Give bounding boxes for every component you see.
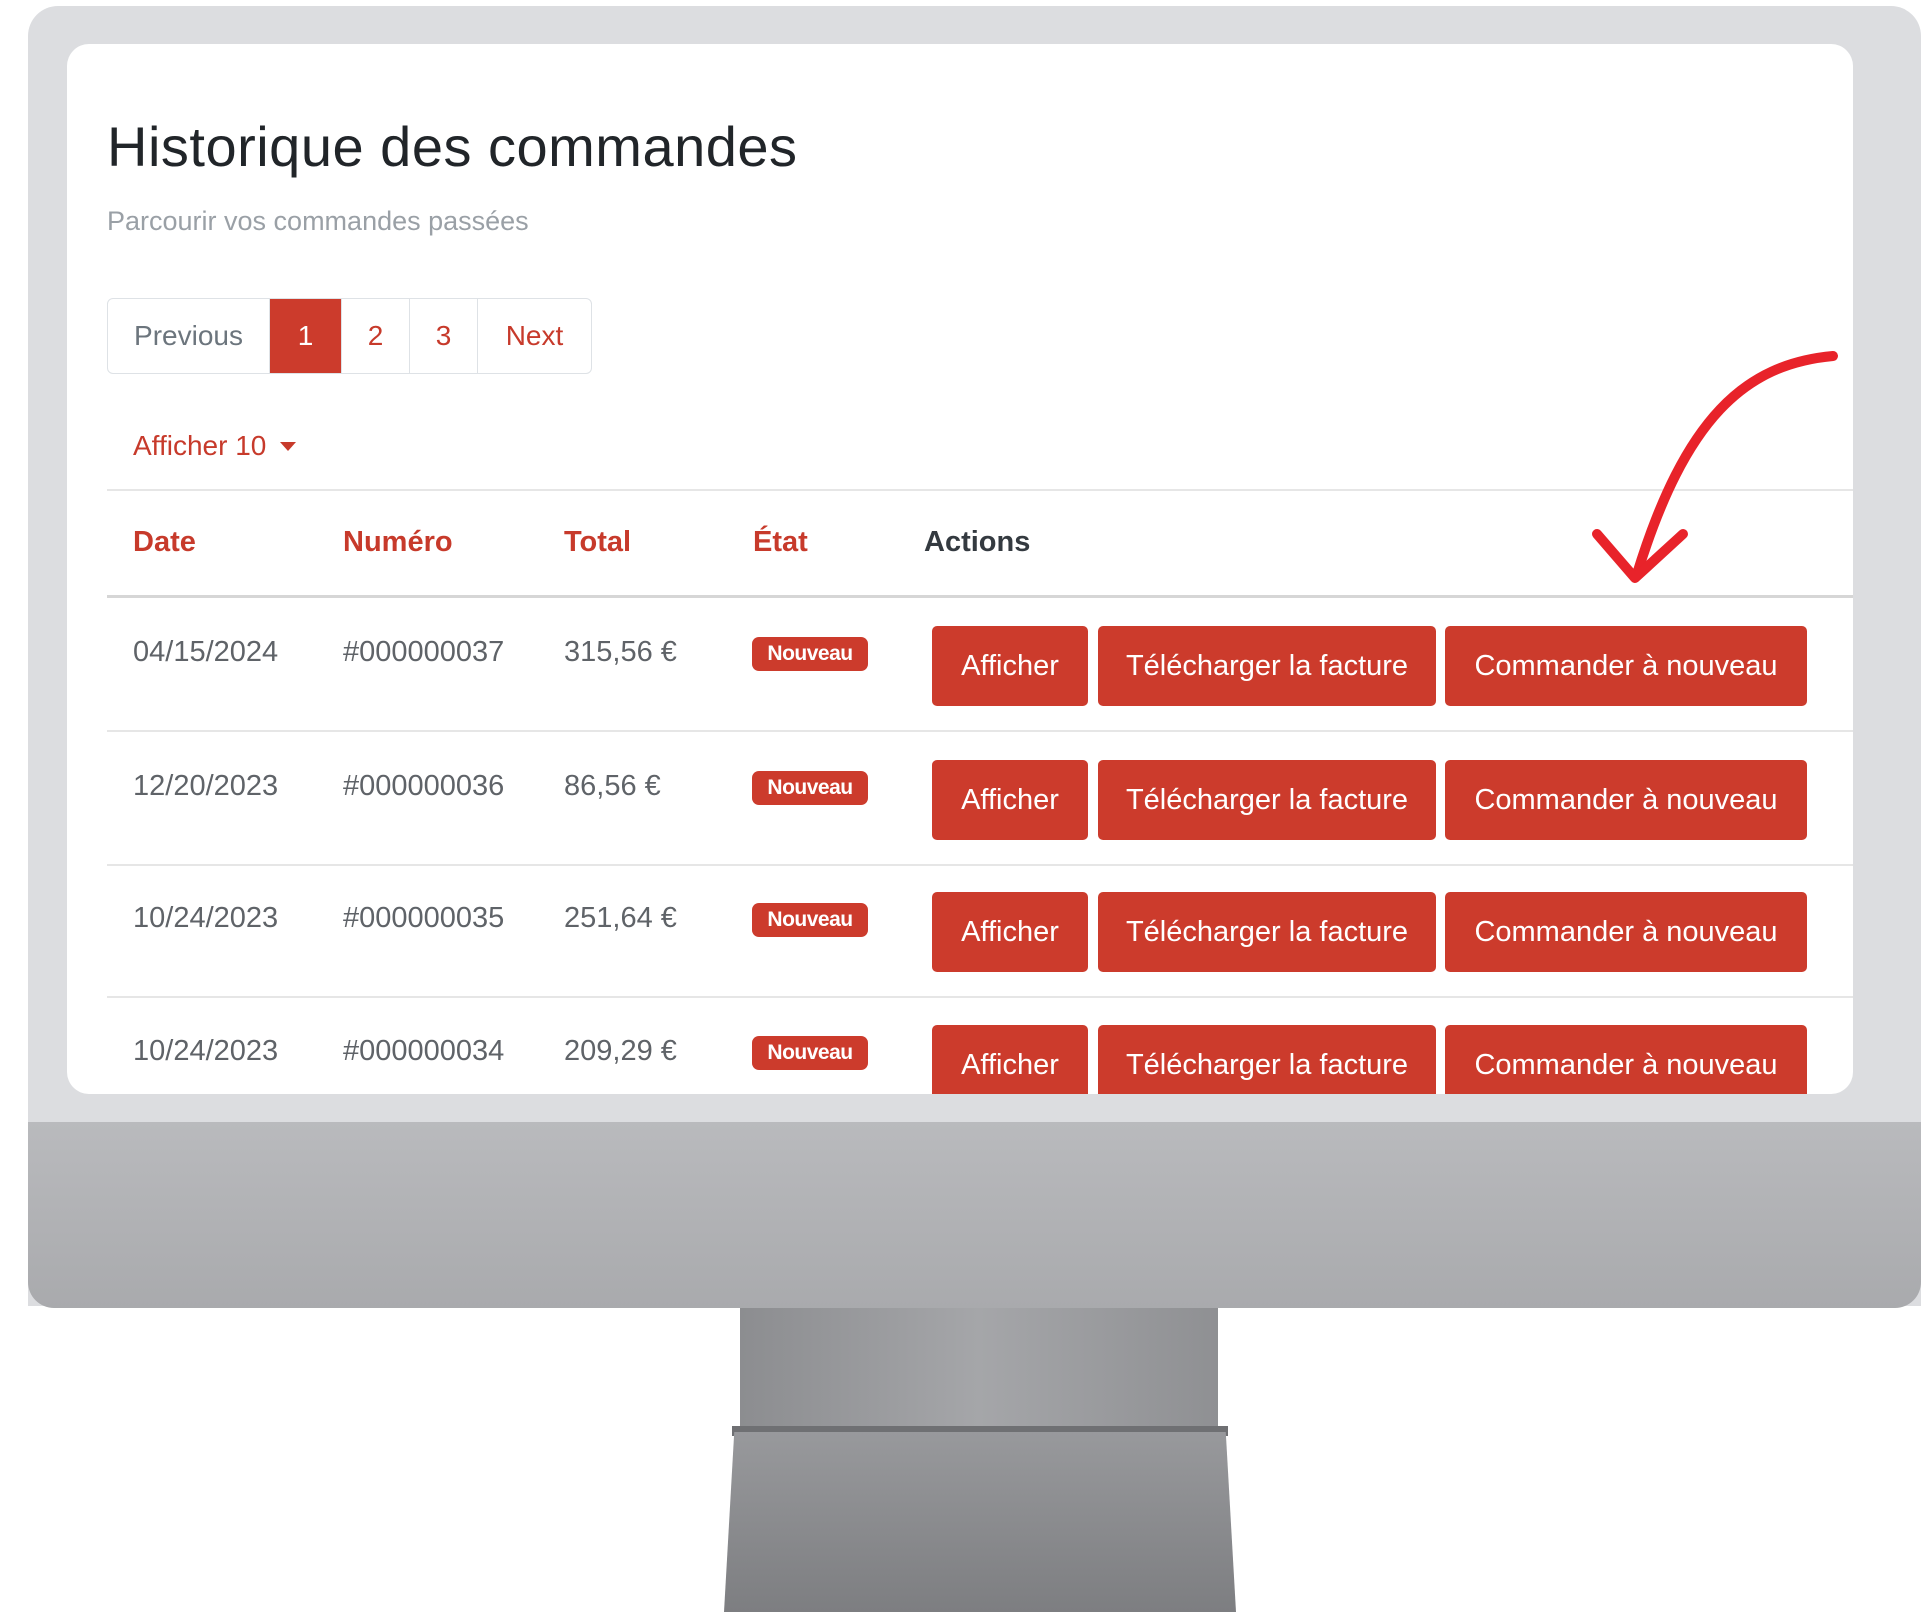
download-invoice-button[interactable]: Télécharger la facture xyxy=(1098,760,1436,840)
order-total: 86,56 € xyxy=(564,770,661,802)
table-row: 04/15/2024 #000000037 315,56 € Nouveau A… xyxy=(107,598,1853,732)
download-invoice-button[interactable]: Télécharger la facture xyxy=(1098,626,1436,706)
pagination: Previous 1 2 3 Next xyxy=(107,298,592,374)
order-date: 12/20/2023 xyxy=(133,770,279,802)
status-badge: Nouveau xyxy=(752,1036,868,1070)
page-subtitle: Parcourir vos commandes passées xyxy=(107,206,529,236)
order-number: #000000036 xyxy=(343,770,505,802)
pagination-next[interactable]: Next xyxy=(478,299,591,373)
order-total: 315,56 € xyxy=(564,636,677,668)
reorder-button[interactable]: Commander à nouveau xyxy=(1445,892,1807,972)
view-order-button[interactable]: Afficher xyxy=(932,1025,1088,1094)
order-total: 251,64 € xyxy=(564,902,677,934)
column-header-number[interactable]: Numéro xyxy=(343,526,453,559)
reorder-button[interactable]: Commander à nouveau xyxy=(1445,1025,1807,1094)
column-header-actions: Actions xyxy=(924,526,1031,558)
pagination-page-3[interactable]: 3 xyxy=(410,299,478,373)
order-number: #000000035 xyxy=(343,902,505,934)
page-title: Historique des commandes xyxy=(107,115,798,178)
page-size-label: Afficher 10 xyxy=(133,430,267,461)
table-row: 10/24/2023 #000000034 209,29 € Nouveau A… xyxy=(107,997,1853,1094)
caret-down-icon xyxy=(280,441,297,451)
column-header-status[interactable]: État xyxy=(753,526,808,559)
view-order-button[interactable]: Afficher xyxy=(932,892,1088,972)
download-invoice-button[interactable]: Télécharger la facture xyxy=(1098,892,1436,972)
monitor-chin xyxy=(28,1122,1921,1308)
monitor-stand-neck xyxy=(740,1308,1218,1434)
order-number: #000000037 xyxy=(343,636,505,668)
pagination-page-1[interactable]: 1 xyxy=(270,299,342,373)
status-badge: Nouveau xyxy=(752,771,868,805)
pagination-previous[interactable]: Previous xyxy=(108,299,270,373)
order-date: 10/24/2023 xyxy=(133,902,279,934)
column-header-total[interactable]: Total xyxy=(564,526,631,559)
monitor-stand-base xyxy=(724,1432,1236,1612)
curved-arrow-icon xyxy=(1592,351,1838,583)
order-date: 04/15/2024 xyxy=(133,636,279,668)
view-order-button[interactable]: Afficher xyxy=(932,760,1088,840)
reorder-button[interactable]: Commander à nouveau xyxy=(1445,760,1807,840)
order-date: 10/24/2023 xyxy=(133,1035,279,1067)
status-badge: Nouveau xyxy=(752,903,868,937)
view-order-button[interactable]: Afficher xyxy=(932,626,1088,706)
page-size-dropdown[interactable]: Afficher 10 xyxy=(133,430,297,462)
status-badge: Nouveau xyxy=(752,637,868,671)
column-header-date[interactable]: Date xyxy=(133,526,196,559)
pagination-page-2[interactable]: 2 xyxy=(342,299,410,373)
order-total: 209,29 € xyxy=(564,1035,677,1067)
download-invoice-button[interactable]: Télécharger la facture xyxy=(1098,1025,1436,1094)
table-row: 12/20/2023 #000000036 86,56 € Nouveau Af… xyxy=(107,732,1853,866)
reorder-button[interactable]: Commander à nouveau xyxy=(1445,626,1807,706)
order-number: #000000034 xyxy=(343,1035,505,1067)
table-row: 10/24/2023 #000000035 251,64 € Nouveau A… xyxy=(107,864,1853,998)
